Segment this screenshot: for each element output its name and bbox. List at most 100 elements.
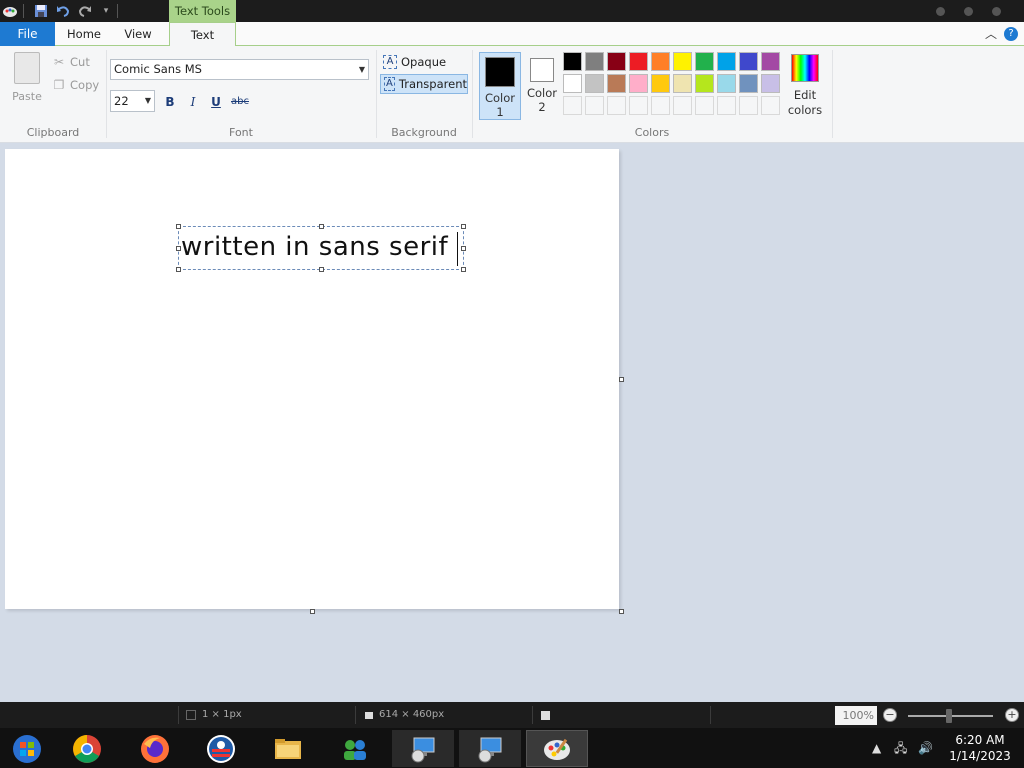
help-icon[interactable]: ? bbox=[1004, 27, 1018, 41]
opaque-button[interactable]: A Opaque bbox=[380, 52, 468, 72]
palette-swatch[interactable] bbox=[585, 52, 604, 71]
minimize-button[interactable] bbox=[936, 7, 945, 16]
taskbar-clock[interactable]: 6:20 AM 1/14/2023 bbox=[940, 732, 1020, 764]
text-box-icon: A bbox=[383, 55, 397, 69]
canvas-resize-handle-corner[interactable] bbox=[619, 609, 624, 614]
palette-swatch[interactable] bbox=[695, 52, 714, 71]
undo-icon[interactable] bbox=[55, 3, 71, 19]
resize-handle[interactable] bbox=[461, 224, 466, 229]
palette-empty-slot[interactable] bbox=[585, 96, 604, 115]
palette-swatch[interactable] bbox=[585, 74, 604, 93]
cut-button[interactable]: ✂ Cut bbox=[52, 53, 90, 71]
copy-button[interactable]: ❐ Copy bbox=[52, 76, 100, 94]
resize-handle[interactable] bbox=[176, 246, 181, 251]
palette-swatch[interactable] bbox=[651, 52, 670, 71]
zoom-in-button[interactable]: + bbox=[1005, 708, 1019, 722]
canvas-text[interactable]: written in sans serif bbox=[181, 232, 448, 262]
tab-text[interactable]: Text bbox=[169, 22, 236, 47]
palette-empty-slot[interactable] bbox=[739, 96, 758, 115]
resize-handle[interactable] bbox=[176, 224, 181, 229]
strikethrough-button[interactable]: abc bbox=[229, 93, 251, 111]
palette-swatch[interactable] bbox=[607, 74, 626, 93]
palette-swatch[interactable] bbox=[563, 74, 582, 93]
palette-swatch[interactable] bbox=[651, 74, 670, 93]
palette-swatch[interactable] bbox=[717, 74, 736, 93]
taskbar-paint[interactable] bbox=[526, 730, 588, 767]
transparent-button[interactable]: A Transparent bbox=[380, 74, 468, 94]
palette-empty-slot[interactable] bbox=[761, 96, 780, 115]
tab-home[interactable]: Home bbox=[62, 22, 106, 46]
palette-empty-slot[interactable] bbox=[651, 96, 670, 115]
canvas-resize-handle-right[interactable] bbox=[619, 377, 624, 382]
font-size-select[interactable]: 22 ▼ bbox=[110, 90, 155, 112]
palette-swatch[interactable] bbox=[607, 52, 626, 71]
palette-swatch[interactable] bbox=[673, 52, 692, 71]
zoom-slider-thumb[interactable] bbox=[946, 709, 952, 723]
redo-icon[interactable] bbox=[77, 3, 93, 19]
taskbar-network-app[interactable] bbox=[324, 730, 386, 767]
minimize-ribbon-icon[interactable]: ︿ bbox=[983, 26, 999, 42]
underline-button[interactable]: U bbox=[207, 93, 225, 111]
color2-button[interactable]: Color 2 bbox=[521, 52, 563, 120]
palette-swatch[interactable] bbox=[717, 52, 736, 71]
start-orb-icon bbox=[13, 734, 41, 763]
palette-swatch[interactable] bbox=[739, 52, 758, 71]
bold-button[interactable]: B bbox=[161, 93, 179, 111]
taskbar-firefox[interactable] bbox=[124, 730, 186, 767]
workspace: written in sans serif bbox=[0, 144, 1024, 702]
show-hidden-icons[interactable]: ▲ bbox=[872, 728, 881, 768]
color-palette bbox=[563, 52, 784, 120]
resize-handle[interactable] bbox=[319, 267, 324, 272]
save-icon[interactable] bbox=[33, 3, 49, 19]
palette-empty-slot[interactable] bbox=[717, 96, 736, 115]
palette-empty-slot[interactable] bbox=[629, 96, 648, 115]
taskbar-chrome[interactable] bbox=[56, 730, 118, 767]
tab-file[interactable]: File bbox=[0, 22, 55, 46]
volume-icon[interactable]: 🔊 bbox=[918, 728, 933, 768]
taskbar-remote-desktop-1[interactable] bbox=[392, 730, 454, 767]
resize-handle[interactable] bbox=[461, 246, 466, 251]
palette-swatch[interactable] bbox=[673, 74, 692, 93]
users-icon bbox=[344, 739, 366, 760]
status-bar: 1 × 1px 614 × 460px 100% − + bbox=[0, 702, 1024, 728]
canvas-resize-handle-bottom[interactable] bbox=[310, 609, 315, 614]
italic-button[interactable]: I bbox=[184, 93, 202, 111]
resize-handle[interactable] bbox=[319, 224, 324, 229]
maximize-button[interactable] bbox=[964, 7, 973, 16]
resize-handle[interactable] bbox=[176, 267, 181, 272]
paint-app-icon[interactable] bbox=[2, 3, 18, 19]
close-button[interactable] bbox=[992, 7, 1001, 16]
colors-group-label: Colors bbox=[634, 126, 670, 139]
palette-swatch[interactable] bbox=[629, 74, 648, 93]
text-box[interactable]: written in sans serif bbox=[176, 224, 466, 272]
network-icon[interactable]: 🖧 bbox=[894, 728, 907, 768]
palette-swatch[interactable] bbox=[761, 74, 780, 93]
paste-button[interactable]: Paste bbox=[8, 52, 46, 108]
palette-swatch[interactable] bbox=[761, 52, 780, 71]
palette-swatch[interactable] bbox=[695, 74, 714, 93]
paste-label: Paste bbox=[12, 90, 42, 103]
customize-qat-icon[interactable]: ▾ bbox=[98, 3, 114, 19]
copy-label: Copy bbox=[70, 78, 100, 92]
separator bbox=[376, 50, 377, 138]
palette-empty-slot[interactable] bbox=[673, 96, 692, 115]
palette-empty-slot[interactable] bbox=[607, 96, 626, 115]
resize-handle[interactable] bbox=[461, 267, 466, 272]
start-button[interactable] bbox=[0, 730, 54, 767]
palette-empty-slot[interactable] bbox=[563, 96, 582, 115]
palette-empty-slot[interactable] bbox=[695, 96, 714, 115]
palette-swatch[interactable] bbox=[629, 52, 648, 71]
palette-swatch[interactable] bbox=[563, 52, 582, 71]
color1-button[interactable]: Color 1 bbox=[479, 52, 521, 120]
zoom-out-button[interactable]: − bbox=[883, 708, 897, 722]
disk-icon bbox=[541, 710, 550, 720]
taskbar-app-blue[interactable] bbox=[190, 730, 252, 767]
font-family-select[interactable]: Comic Sans MS ▼ bbox=[110, 59, 369, 80]
edit-colors-button[interactable]: Edit colors bbox=[786, 52, 824, 122]
drawing-canvas[interactable]: written in sans serif bbox=[5, 149, 619, 609]
taskbar-file-explorer[interactable] bbox=[257, 730, 319, 767]
tab-view[interactable]: View bbox=[116, 22, 160, 46]
palette-swatch[interactable] bbox=[739, 74, 758, 93]
opaque-label: Opaque bbox=[401, 55, 447, 69]
taskbar-remote-desktop-2[interactable] bbox=[459, 730, 521, 767]
